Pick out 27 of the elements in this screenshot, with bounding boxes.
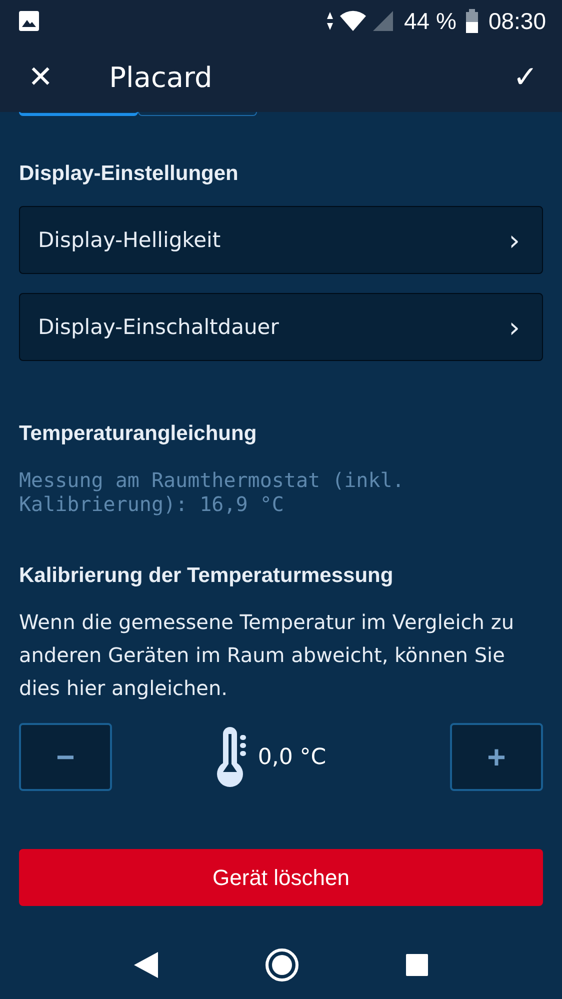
decrease-button[interactable]: −	[19, 723, 112, 791]
confirm-button[interactable]: ✓	[504, 60, 546, 94]
thermometer-icon	[216, 726, 246, 788]
back-icon[interactable]	[133, 951, 159, 979]
measurement-info: Messung am Raumthermostat (inkl. Kalibrierung): 16,9 °C	[19, 468, 406, 516]
wifi-icon	[340, 10, 366, 32]
recents-icon[interactable]	[405, 953, 429, 977]
section-heading: Temperaturangleichung	[19, 422, 258, 446]
increase-button[interactable]: +	[450, 723, 543, 791]
section-heading: Kalibrierung der Temperaturmessung	[19, 564, 394, 588]
settings-row[interactable]: Display-Helligkeit ›	[19, 206, 543, 274]
settings-row[interactable]: Display-Einschaltdauer ›	[19, 293, 543, 361]
temperature-value: 0,0 °C	[258, 744, 326, 770]
close-button[interactable]: ✕	[20, 60, 62, 94]
section-heading: Display-Einstellungen	[19, 162, 240, 186]
segment-tab[interactable]	[19, 112, 138, 116]
battery-percentage: 44 %	[404, 8, 456, 34]
clock: 08:30	[488, 8, 546, 34]
segment-tab[interactable]	[138, 112, 257, 116]
delete-button[interactable]: Gerät löschen	[19, 849, 543, 906]
description-text: Wenn die gemessene Temperatur im Vergleich zu anderen Geräten im Raum abweicht, können Sie dies hier angleichen.	[19, 609, 515, 702]
data-arrows-icon	[326, 11, 334, 31]
image-icon	[18, 10, 40, 32]
battery-icon	[466, 9, 478, 33]
home-icon[interactable]	[265, 948, 299, 982]
page-title: Placard	[109, 60, 214, 94]
signal-icon	[372, 10, 394, 32]
